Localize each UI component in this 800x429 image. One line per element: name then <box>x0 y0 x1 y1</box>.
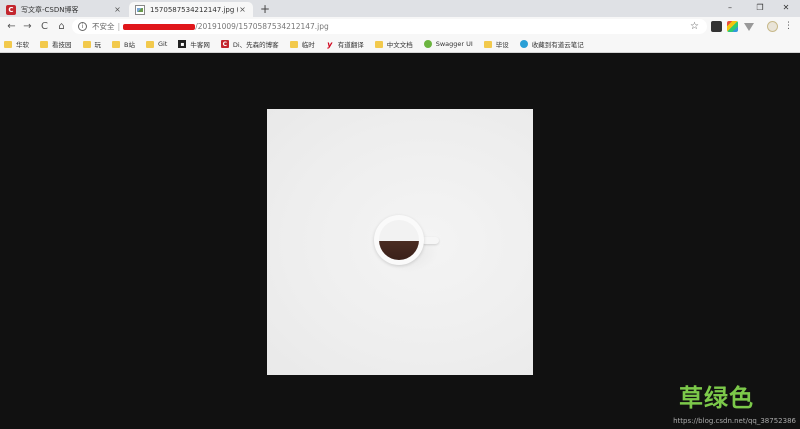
swagger-icon <box>423 40 432 48</box>
bookmark-label: Swagger UI <box>435 40 473 48</box>
bookmark-item[interactable]: 临时 <box>289 39 315 49</box>
security-label: 不安全 <box>92 22 115 31</box>
bookmark-label: Di、先森的博客 <box>232 41 279 49</box>
avatar[interactable] <box>767 21 778 32</box>
folder-icon <box>40 40 48 48</box>
address-bar[interactable]: i 不安全 | /20191009/1570587534212147.jpg ☆ <box>72 19 707 34</box>
image-file-icon <box>135 4 145 15</box>
minimize-button[interactable]: – <box>716 0 744 15</box>
bookmark-label: 玩 <box>94 41 102 49</box>
tab-title: 写文章-CSDN博客 <box>21 5 79 14</box>
bookmark-label: 牛客网 <box>190 41 210 49</box>
toolbar: ← → C ⌂ i 不安全 | /20191009/15705875342121… <box>0 17 800 36</box>
bookmarks-bar: 华软 看技园 玩 B站 Git ▪ 牛客网 C Di、先森的博客 临时 y 有道翻译 … <box>0 36 800 53</box>
bookmark-label: 中文文档 <box>386 41 413 49</box>
folder-icon <box>289 40 298 48</box>
nowcoder-icon: ▪ <box>178 40 187 48</box>
csdn-icon: C <box>6 4 16 15</box>
youdao-note-icon <box>519 40 528 48</box>
bookmark-label: 有道翻译 <box>337 41 364 49</box>
bookmark-item[interactable]: B站 <box>112 39 135 49</box>
folder-icon <box>4 40 12 48</box>
extension-icon[interactable] <box>711 21 722 32</box>
bookmark-label: 华软 <box>16 41 29 49</box>
tab-csdn-editor[interactable]: C 写文章-CSDN博客 × <box>0 2 128 17</box>
bookmark-item[interactable]: 看技园 <box>40 39 72 49</box>
bookmark-item[interactable]: Swagger UI <box>423 40 473 48</box>
star-icon[interactable]: ☆ <box>690 19 699 34</box>
bookmark-label: 毕设 <box>495 41 509 49</box>
bookmark-item[interactable]: Git <box>145 40 168 48</box>
folder-icon <box>82 40 91 48</box>
folder-icon <box>483 40 492 48</box>
bookmark-label: 临时 <box>301 41 315 49</box>
bookmark-item[interactable]: 中文文档 <box>374 39 413 49</box>
url-path: /20191009/1570587534212147.jpg <box>195 22 329 31</box>
new-tab-button[interactable]: + <box>258 2 272 16</box>
bookmark-item[interactable]: 玩 <box>82 39 102 49</box>
close-icon[interactable]: × <box>113 5 122 14</box>
bookmark-label: B站 <box>124 41 135 49</box>
bookmark-item[interactable]: 华软 <box>4 39 29 49</box>
forward-button[interactable]: → <box>20 19 35 34</box>
bookmark-item[interactable]: 毕设 <box>483 39 509 49</box>
menu-icon[interactable]: ⋮ <box>781 19 796 34</box>
bookmark-label: Git <box>157 40 168 48</box>
source-url: https://blog.csdn.net/qq_38752386 <box>673 417 796 425</box>
folder-icon <box>374 40 383 48</box>
reload-button[interactable]: C <box>37 19 52 34</box>
filter-icon[interactable] <box>744 23 754 31</box>
coffee-cup-photo[interactable] <box>267 109 533 375</box>
youdao-icon: y <box>327 39 333 49</box>
separator: | <box>117 22 121 31</box>
home-button[interactable]: ⌂ <box>54 19 69 34</box>
window-close-button[interactable]: ✕ <box>772 0 800 15</box>
coffee-cup <box>374 215 424 265</box>
bookmark-label: 收藏到有道云笔记 <box>531 41 584 49</box>
folder-icon <box>112 40 120 48</box>
bookmark-item[interactable]: y 有道翻译 <box>326 39 364 50</box>
image-viewer <box>0 54 800 429</box>
tab-strip: C 写文章-CSDN博客 × 1570587534212147.jpg (512… <box>0 0 800 17</box>
folder-icon <box>145 40 154 48</box>
bookmark-label: 看技园 <box>52 41 72 49</box>
tab-title: 1570587534212147.jpg (512× <box>150 5 238 14</box>
tab-image[interactable]: 1570587534212147.jpg (512× × <box>129 2 253 17</box>
maximize-button[interactable]: ❐ <box>746 0 774 15</box>
redacted-host <box>123 23 196 30</box>
bookmark-item[interactable]: 收藏到有道云笔记 <box>519 39 584 49</box>
csdn-icon: C <box>220 40 229 48</box>
back-button[interactable]: ← <box>4 19 19 34</box>
bookmark-item[interactable]: ▪ 牛客网 <box>178 39 210 49</box>
bookmark-item[interactable]: C Di、先森的博客 <box>220 39 279 49</box>
info-icon[interactable]: i <box>78 22 87 31</box>
close-icon[interactable]: × <box>238 5 247 14</box>
coffee <box>379 220 419 260</box>
watermark-text: 草绿色 <box>679 384 754 412</box>
extension-icon[interactable] <box>727 21 738 32</box>
